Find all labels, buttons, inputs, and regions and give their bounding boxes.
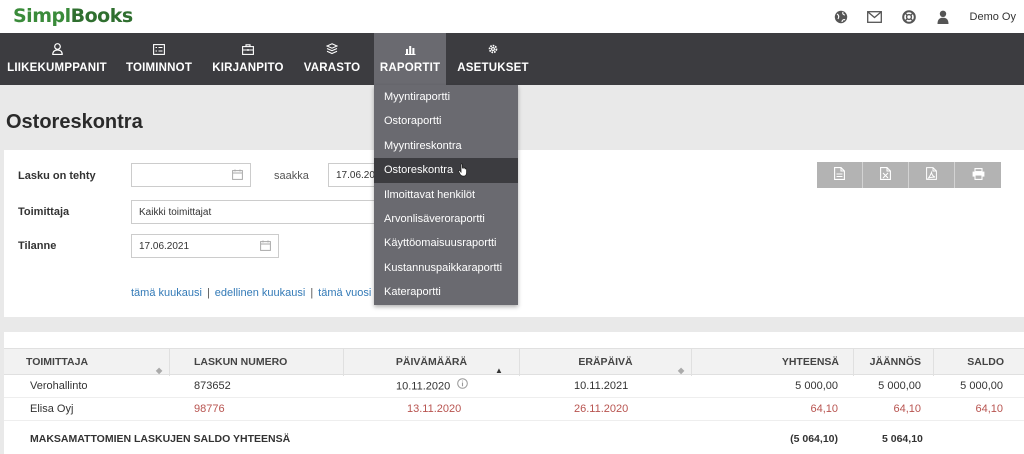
cell-due-date: 26.11.2020 [574, 403, 629, 415]
menu-item-kateraportti[interactable]: Kateraportti [374, 280, 518, 304]
raportit-dropdown: Myyntiraportti Ostoraportti Myyntireskon… [374, 85, 518, 305]
bar-chart-icon [404, 42, 416, 56]
quick-date-links: tämä kuukausi | edellinen kuukausi | tämä vu… [131, 287, 390, 299]
export-buttons [817, 162, 1001, 188]
nav-kirjanpito[interactable]: KIRJANPITO [208, 33, 288, 85]
column-header-due-date[interactable]: ERÄPÄIVÄ ◆ [520, 349, 692, 376]
person-icon [51, 42, 63, 56]
menu-item-ilmoittavat-henkilot[interactable]: Ilmoittavat henkilöt [374, 183, 518, 207]
briefcase-icon [242, 42, 254, 56]
table-row[interactable]: Verohallinto 873652 10.11.2020 10.11.202… [4, 375, 1024, 398]
nav-asetukset[interactable]: ASETUKSET [456, 33, 530, 85]
column-header-remaining[interactable]: JÄÄNNÖS [854, 349, 934, 376]
cell-total: 5 000,00 [795, 380, 838, 392]
payables-table: TOIMITTAJA ◆ LASKUN NUMERO PÄIVÄMÄÄRÄ ▲ ER… [4, 332, 1024, 454]
gear-icon [487, 42, 499, 56]
cell-supplier: Elisa Oyj [30, 403, 74, 415]
user-icon[interactable] [926, 0, 960, 33]
menu-item-myyntiraportti[interactable]: Myyntiraportti [374, 85, 518, 109]
nav-raportit[interactable]: RAPORTIT [374, 33, 446, 85]
app-logo[interactable]: SimplBooks [13, 5, 133, 27]
until-label: saakka [274, 170, 309, 182]
top-bar: SimplBooks Demo Oy [0, 0, 1024, 33]
export-pdf-button[interactable] [909, 162, 955, 188]
menu-item-kustannuspaikkaraportti[interactable]: Kustannuspaikkaraportti [374, 256, 518, 280]
export-document-button[interactable] [817, 162, 863, 188]
globe-icon[interactable] [824, 0, 858, 33]
table-footer: MAKSAMATTOMIEN LASKUJEN SALDO YHTEENSÄ (… [4, 426, 1024, 452]
column-header-balance[interactable]: SALDO [934, 349, 1024, 376]
cell-balance: 64,10 [975, 403, 1003, 415]
company-name[interactable]: Demo Oy [960, 11, 1024, 23]
page-title: Ostoreskontra [6, 111, 143, 133]
link-this-month[interactable]: tämä kuukausi [131, 287, 202, 299]
invoice-date-label: Lasku on tehty [18, 170, 96, 182]
supplier-select[interactable]: Kaikki toimittajat [131, 200, 378, 224]
column-header-supplier[interactable]: TOIMITTAJA ◆ [4, 349, 170, 376]
footer-remaining: 5 064,10 [882, 433, 923, 445]
print-icon [972, 167, 985, 183]
date-from-input[interactable] [131, 163, 251, 187]
boxes-icon [326, 42, 338, 56]
column-header-invoice-number[interactable]: LASKUN NUMERO [170, 349, 344, 376]
status-label: Tilanne [18, 240, 57, 252]
info-icon[interactable] [457, 375, 469, 398]
nav-liikekumppanit[interactable]: LIIKEKUMPPANIT [3, 33, 111, 85]
footer-total: (5 064,10) [790, 433, 838, 445]
cell-remaining: 5 000,00 [878, 380, 921, 392]
cell-invoice-number: 873652 [194, 380, 231, 392]
menu-item-ostoraportti[interactable]: Ostoraportti [374, 109, 518, 133]
menu-item-arvonlisaveroraportti[interactable]: Arvonlisäveroraportti [374, 207, 518, 231]
lifebuoy-icon[interactable] [892, 0, 926, 33]
calendar-icon[interactable] [232, 169, 243, 183]
menu-item-myyntireskontra[interactable]: Myyntireskontra [374, 134, 518, 158]
nav-varasto[interactable]: VARASTO [298, 33, 366, 85]
date-to-input[interactable]: 17.06.20 [328, 163, 378, 187]
excel-icon [880, 167, 891, 183]
cell-due-date: 10.11.2021 [574, 380, 629, 392]
mail-icon[interactable] [858, 0, 892, 33]
menu-item-ostoreskontra[interactable]: Ostoreskontra [374, 158, 518, 183]
nav-toiminnot[interactable]: TOIMINNOT [120, 33, 198, 85]
document-icon [834, 167, 845, 183]
cell-date: 10.11.2020 [396, 375, 469, 398]
cell-remaining: 64,10 [893, 403, 921, 415]
cell-date: 13.11.2020 [407, 403, 462, 415]
link-previous-month[interactable]: edellinen kuukausi [215, 287, 306, 299]
table-header: TOIMITTAJA ◆ LASKUN NUMERO PÄIVÄMÄÄRÄ ▲ ER… [4, 348, 1024, 376]
cell-invoice-number: 98776 [194, 403, 225, 415]
supplier-label: Toimittaja [18, 206, 70, 218]
cell-supplier: Verohallinto [30, 380, 88, 392]
column-header-date[interactable]: PÄIVÄMÄÄRÄ ▲ [344, 349, 520, 376]
print-button[interactable] [955, 162, 1001, 188]
cell-total: 64,10 [810, 403, 838, 415]
column-header-total[interactable]: YHTEENSÄ [692, 349, 854, 376]
export-excel-button[interactable] [863, 162, 909, 188]
list-icon [153, 42, 165, 56]
calendar-icon[interactable] [260, 240, 271, 254]
status-date-input[interactable]: 17.06.2021 [131, 234, 279, 258]
pdf-icon [926, 167, 937, 183]
footer-label: MAKSAMATTOMIEN LASKUJEN SALDO YHTEENSÄ [30, 433, 291, 445]
main-nav: LIIKEKUMPPANIT TOIMINNOT KIRJANPITO VARA… [0, 33, 1024, 85]
cell-balance: 5 000,00 [960, 380, 1003, 392]
table-row[interactable]: Elisa Oyj 98776 13.11.2020 26.11.2020 64… [4, 398, 1024, 421]
link-this-year[interactable]: tämä vuosi [318, 287, 371, 299]
menu-item-kayttoomaisuusraportti[interactable]: Käyttöomaisuusraportti [374, 231, 518, 255]
top-icons: Demo Oy [824, 0, 1024, 33]
